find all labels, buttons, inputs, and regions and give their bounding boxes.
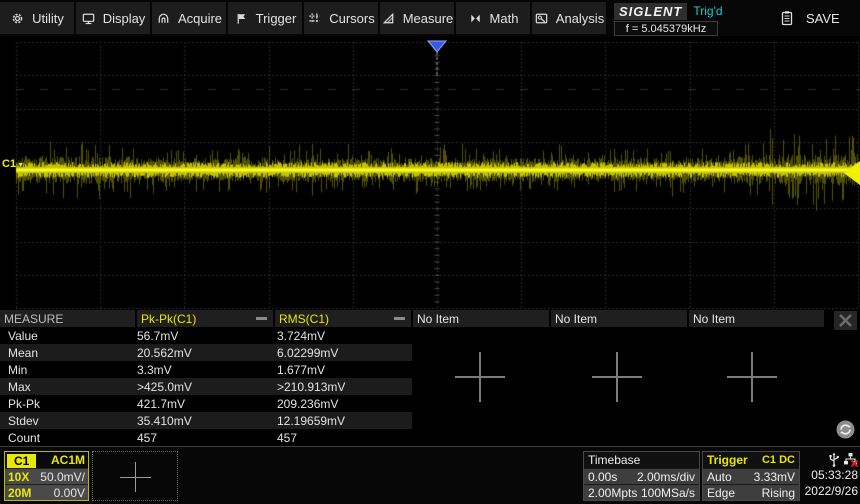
remove-measure-pkpk-button[interactable] <box>256 317 267 320</box>
menu-item-display[interactable]: Display <box>76 2 152 34</box>
trigger-descriptor[interactable]: Trigger C1 DC Auto 3.33mV Edge Rising <box>702 451 800 501</box>
acquire-icon <box>156 11 171 26</box>
channel-offset: 0.00V <box>54 486 85 500</box>
offset-arrow-icon: ▼ <box>17 162 24 169</box>
channel-1-descriptor[interactable]: C1 AC1M 10X 50.0mV/ 20M 0.00V <box>4 451 89 501</box>
add-measurement-button-2[interactable] <box>592 352 642 402</box>
measure-row-min: Min 3.3mV 1.677mV <box>0 361 412 378</box>
trigger-status: Trig'd <box>693 4 722 18</box>
timebase-scale: 2.00ms/div <box>637 470 695 484</box>
oscilloscope-screen: Utility Display Acquire Trigger <box>0 0 860 504</box>
gear-icon <box>10 11 25 26</box>
timebase-samplerate: 100MSa/s <box>641 486 695 500</box>
trigger-frequency: f = 5.045379kHz <box>614 21 718 36</box>
measure-row-max: Max >425.0mV >210.913mV <box>0 378 412 395</box>
close-measure-table-button[interactable] <box>834 311 857 330</box>
menu-item-math[interactable]: Math <box>456 2 532 34</box>
measure-column-empty-1[interactable]: No Item <box>413 310 549 327</box>
siglent-logo: SIGLENT <box>614 3 687 20</box>
remove-measure-rms-button[interactable] <box>394 317 405 320</box>
menu-label: Cursors <box>329 11 375 26</box>
menu-item-measure[interactable]: Measure <box>380 2 456 34</box>
measure-column-pkpk[interactable]: Pk-Pk(C1) <box>137 310 273 327</box>
top-menu-bar: Utility Display Acquire Trigger <box>0 0 860 36</box>
flag-icon <box>234 11 249 26</box>
trigger-position-marker[interactable] <box>427 40 447 53</box>
display-icon <box>81 11 96 26</box>
timebase-points: 2.00Mpts <box>588 486 637 500</box>
measure-icon <box>381 11 396 26</box>
measure-column-rms[interactable]: RMS(C1) <box>275 310 411 327</box>
menu-label: Trigger <box>256 11 297 26</box>
system-status-area: 05:33:28 2022/9/26 <box>802 451 858 501</box>
measure-row-mean: Mean 20.562mV 6.02299mV <box>0 344 412 361</box>
menu-item-trigger[interactable]: Trigger <box>228 2 304 34</box>
measure-row-stdev: Stdev 35.410mV 12.19659mV <box>0 412 412 429</box>
clipboard-icon <box>780 10 794 26</box>
menu-label: Utility <box>32 11 64 26</box>
timebase-descriptor[interactable]: Timebase 0.00s 2.00ms/div 2.00Mpts 100MS… <box>583 451 700 501</box>
measure-column-empty-2[interactable]: No Item <box>551 310 687 327</box>
cursors-icon <box>307 11 322 26</box>
menu-label: Acquire <box>178 11 222 26</box>
menu-label: Display <box>103 11 146 26</box>
trigger-source: C1 DC <box>762 454 795 466</box>
trigger-level: 3.33mV <box>754 470 795 484</box>
menu-item-analysis[interactable]: Analysis <box>532 2 608 34</box>
menu-label: Analysis <box>556 11 604 26</box>
trigger-mode: Auto <box>707 470 732 484</box>
add-measurement-button-3[interactable] <box>727 352 777 402</box>
channel-bandwidth: 20M <box>8 486 31 500</box>
timebase-title: Timebase <box>588 453 640 467</box>
trigger-slope: Rising <box>762 486 795 500</box>
clock-time: 05:33:28 <box>802 467 858 483</box>
channel-probe: 10X <box>8 470 29 484</box>
channel-badge: C1 <box>7 454 36 468</box>
reset-statistics-button[interactable] <box>836 420 855 439</box>
trigger-type: Edge <box>707 486 735 500</box>
save-button[interactable]: SAVE <box>766 2 854 34</box>
channel-marker-label: C1 <box>2 158 16 170</box>
menu-label: Measure <box>403 11 454 26</box>
close-icon <box>838 313 853 328</box>
measure-row-count: Count 457 457 <box>0 429 412 446</box>
menu-label: Math <box>490 11 519 26</box>
timebase-delay: 0.00s <box>588 470 617 484</box>
measure-column-empty-3[interactable]: No Item <box>689 310 824 327</box>
measure-row-value: Value 56.7mV 3.724mV <box>0 327 412 344</box>
channel-scale: 50.0mV/ <box>40 470 85 484</box>
analysis-icon <box>534 11 549 26</box>
math-icon <box>468 11 483 26</box>
measure-table-title: MEASURE <box>0 312 63 326</box>
add-channel-button[interactable] <box>92 451 178 501</box>
add-measurement-button-1[interactable] <box>455 352 505 402</box>
waveform-display[interactable]: C1▼ <box>0 36 860 310</box>
channel-coupling: AC1M <box>51 453 85 467</box>
trigger-level-marker[interactable] <box>843 160 860 186</box>
clock-date: 2022/9/26 <box>802 483 858 499</box>
brand-status-area: SIGLENT Trig'd f = 5.045379kHz <box>614 0 718 36</box>
channel-offset-marker[interactable]: C1▼ <box>2 158 24 170</box>
waveform-canvas[interactable] <box>0 36 860 310</box>
save-label: SAVE <box>806 11 840 26</box>
measure-row-pkpk: Pk-Pk 421.7mV 209.236mV <box>0 395 412 412</box>
bottom-status-bar: C1 AC1M 10X 50.0mV/ 20M 0.00V Timebase 0… <box>0 446 860 504</box>
measure-table: MEASURE Pk-Pk(C1) RMS(C1) No Item No Ite… <box>0 310 860 446</box>
menu-item-utility[interactable]: Utility <box>0 2 76 34</box>
usb-icon <box>828 452 840 467</box>
menu-item-acquire[interactable]: Acquire <box>152 2 228 34</box>
trigger-title: Trigger <box>707 453 748 467</box>
lan-disconnected-icon <box>843 452 858 467</box>
menu-item-cursors[interactable]: Cursors <box>304 2 380 34</box>
measure-table-title-cell: MEASURE <box>0 310 135 327</box>
